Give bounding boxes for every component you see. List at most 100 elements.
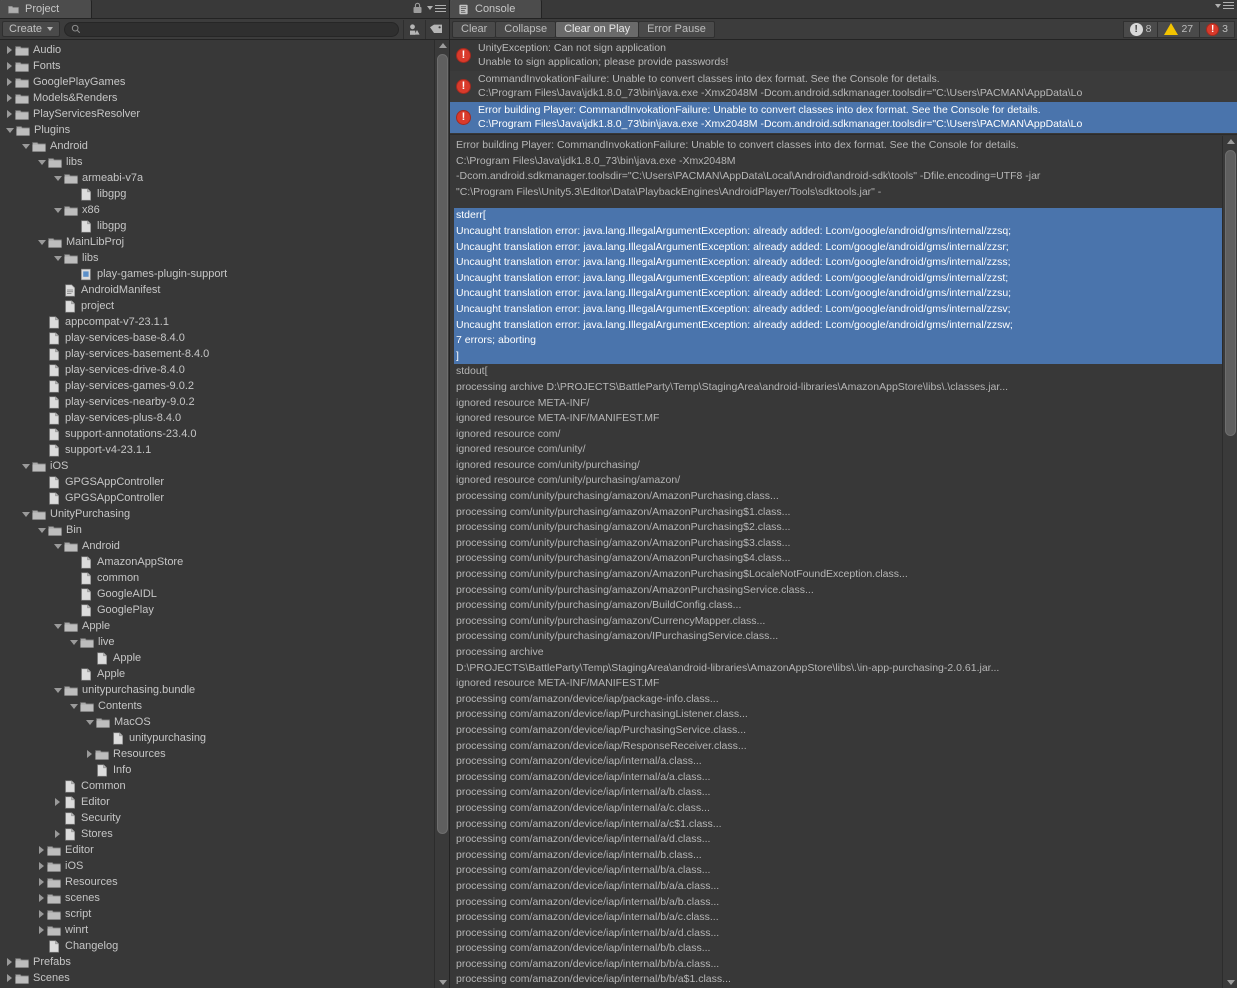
- tree-item[interactable]: libgpg: [0, 218, 449, 234]
- tree-item[interactable]: Audio: [0, 42, 449, 58]
- project-vertical-scrollbar[interactable]: [434, 40, 449, 988]
- tree-item[interactable]: Apple: [0, 618, 449, 634]
- chevron-right-icon[interactable]: [39, 846, 44, 854]
- tree-item[interactable]: Android: [0, 538, 449, 554]
- collapse-button[interactable]: Collapse: [495, 20, 557, 38]
- tree-item[interactable]: libs: [0, 154, 449, 170]
- tree-item[interactable]: MainLibProj: [0, 234, 449, 250]
- error-pause-button[interactable]: Error Pause: [638, 20, 715, 38]
- tab-project[interactable]: Project: [0, 0, 92, 18]
- chevron-right-icon[interactable]: [7, 46, 12, 54]
- chevron-right-icon[interactable]: [39, 878, 44, 886]
- tree-item[interactable]: PlayServicesResolver: [0, 106, 449, 122]
- chevron-down-icon[interactable]: [54, 543, 62, 549]
- tree-item[interactable]: play-services-nearby-9.0.2: [0, 394, 449, 410]
- tree-item[interactable]: Info: [0, 762, 449, 778]
- search-input[interactable]: [85, 23, 392, 35]
- tree-item[interactable]: Editor: [0, 794, 449, 810]
- tree-item[interactable]: Apple: [0, 650, 449, 666]
- chevron-right-icon[interactable]: [7, 958, 12, 966]
- chevron-right-icon[interactable]: [7, 974, 12, 982]
- tree-item[interactable]: Models&Renders: [0, 90, 449, 106]
- tree-item[interactable]: play-services-games-9.0.2: [0, 378, 449, 394]
- console-message-row[interactable]: CommandInvokationFailure: Unable to conv…: [450, 71, 1237, 102]
- chevron-down-icon[interactable]: [70, 639, 78, 645]
- console-message-list[interactable]: UnityException: Can not sign application…: [450, 40, 1237, 135]
- scroll-up-arrow-icon[interactable]: [1227, 139, 1235, 144]
- chevron-down-icon[interactable]: [38, 159, 46, 165]
- tree-item[interactable]: x86: [0, 202, 449, 218]
- tree-item[interactable]: GooglePlayGames: [0, 74, 449, 90]
- tree-item[interactable]: unitypurchasing: [0, 730, 449, 746]
- tree-item[interactable]: appcompat-v7-23.1.1: [0, 314, 449, 330]
- panel-menu-icon[interactable]: [427, 4, 446, 12]
- tab-console[interactable]: Console: [450, 0, 542, 18]
- tree-item[interactable]: GoogleAIDL: [0, 586, 449, 602]
- tree-item[interactable]: iOS: [0, 858, 449, 874]
- tree-item[interactable]: Prefabs: [0, 954, 449, 970]
- filter-by-type-button[interactable]: [403, 19, 425, 39]
- chevron-down-icon[interactable]: [22, 463, 30, 469]
- chevron-down-icon[interactable]: [54, 687, 62, 693]
- chevron-down-icon[interactable]: [86, 719, 94, 725]
- chevron-right-icon[interactable]: [7, 78, 12, 86]
- tree-item[interactable]: UnityPurchasing: [0, 506, 449, 522]
- console-message-row[interactable]: Error building Player: CommandInvokation…: [450, 102, 1237, 133]
- clear-on-play-button[interactable]: Clear on Play: [555, 20, 640, 38]
- tree-item[interactable]: live: [0, 634, 449, 650]
- tree-item[interactable]: libs: [0, 250, 449, 266]
- chevron-right-icon[interactable]: [55, 798, 60, 806]
- lock-icon[interactable]: [412, 2, 423, 14]
- project-asset-tree[interactable]: Audio Fonts GooglePlayGames Models&Renders P…: [0, 40, 449, 988]
- scrollbar-thumb[interactable]: [437, 54, 448, 834]
- tree-item[interactable]: script: [0, 906, 449, 922]
- scroll-up-arrow-icon[interactable]: [439, 43, 447, 48]
- chevron-right-icon[interactable]: [7, 62, 12, 70]
- tree-item[interactable]: GPGSAppController: [0, 474, 449, 490]
- tree-item[interactable]: play-services-drive-8.4.0: [0, 362, 449, 378]
- tree-item[interactable]: iOS: [0, 458, 449, 474]
- console-detail-scrollbar[interactable]: [1222, 136, 1237, 988]
- tree-item[interactable]: Bin: [0, 522, 449, 538]
- chevron-down-icon[interactable]: [70, 703, 78, 709]
- console-message-row[interactable]: UnityException: Can not sign application…: [450, 40, 1237, 71]
- tree-item[interactable]: unitypurchasing.bundle: [0, 682, 449, 698]
- scroll-down-arrow-icon[interactable]: [1227, 980, 1235, 985]
- chevron-right-icon[interactable]: [87, 750, 92, 758]
- chevron-right-icon[interactable]: [39, 926, 44, 934]
- error-counter[interactable]: 3: [1199, 20, 1235, 38]
- tree-item[interactable]: MacOS: [0, 714, 449, 730]
- clear-button[interactable]: Clear: [452, 20, 497, 38]
- scroll-down-arrow-icon[interactable]: [439, 980, 447, 985]
- chevron-down-icon[interactable]: [54, 175, 62, 181]
- chevron-down-icon[interactable]: [54, 255, 62, 261]
- chevron-down-icon[interactable]: [22, 143, 30, 149]
- search-field[interactable]: [64, 21, 399, 37]
- tree-item[interactable]: winrt: [0, 922, 449, 938]
- tree-item[interactable]: Scenes: [0, 970, 449, 986]
- chevron-down-icon[interactable]: [22, 511, 30, 517]
- tree-item[interactable]: AndroidManifest: [0, 282, 449, 298]
- chevron-down-icon[interactable]: [38, 527, 46, 533]
- create-button[interactable]: Create: [2, 21, 61, 37]
- chevron-right-icon[interactable]: [39, 894, 44, 902]
- chevron-down-icon[interactable]: [54, 207, 62, 213]
- tree-item[interactable]: Fonts: [0, 58, 449, 74]
- chevron-right-icon[interactable]: [39, 910, 44, 918]
- tree-item[interactable]: Stores: [0, 826, 449, 842]
- scrollbar-thumb[interactable]: [1225, 150, 1236, 436]
- chevron-down-icon[interactable]: [54, 623, 62, 629]
- tree-item[interactable]: common: [0, 570, 449, 586]
- tree-item[interactable]: project: [0, 298, 449, 314]
- tree-item[interactable]: Resources: [0, 874, 449, 890]
- chevron-right-icon[interactable]: [7, 110, 12, 118]
- panel-menu-icon[interactable]: [1215, 2, 1234, 9]
- tree-item[interactable]: Resources: [0, 746, 449, 762]
- tree-item[interactable]: play-games-plugin-support: [0, 266, 449, 282]
- tree-item[interactable]: play-services-plus-8.4.0: [0, 410, 449, 426]
- tree-item[interactable]: Apple: [0, 666, 449, 682]
- tree-item[interactable]: play-services-basement-8.4.0: [0, 346, 449, 362]
- chevron-right-icon[interactable]: [39, 862, 44, 870]
- chevron-right-icon[interactable]: [55, 830, 60, 838]
- tree-item[interactable]: GPGSAppController: [0, 490, 449, 506]
